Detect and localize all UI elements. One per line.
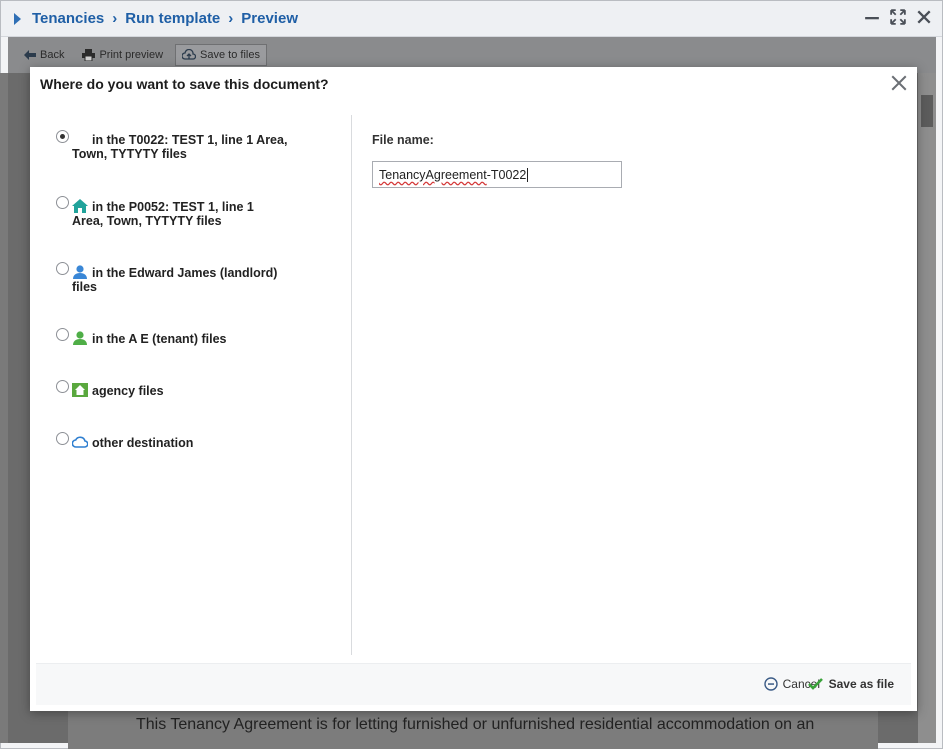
dialog-title: Where do you want to save this document? bbox=[40, 76, 329, 92]
dialog-footer: Cancel Save as file bbox=[36, 663, 911, 705]
radio-property-files[interactable] bbox=[56, 196, 69, 209]
option-label-line1: in the P0052: TEST 1, line 1 bbox=[92, 200, 254, 214]
window-controls bbox=[864, 9, 932, 25]
cloud-upload-icon bbox=[182, 49, 197, 60]
save-as-file-button[interactable]: Save as file bbox=[807, 677, 894, 691]
minimize-icon[interactable] bbox=[864, 9, 880, 25]
option-label: in the Edward James (landlord) files bbox=[72, 265, 310, 294]
option-label-line1: agency files bbox=[92, 384, 164, 398]
option-label: in the T0022: TEST 1, line 1 Area, Town,… bbox=[72, 133, 310, 161]
background-document-text: This Tenancy Agreement is for letting fu… bbox=[136, 716, 815, 733]
back-label: Back bbox=[40, 49, 65, 61]
back-button: Back bbox=[18, 45, 70, 65]
save-to-files-button: Save to files bbox=[175, 44, 267, 66]
radio-tenant-files[interactable] bbox=[56, 328, 69, 341]
tenant-person-icon bbox=[73, 331, 87, 345]
background-left-strip bbox=[0, 73, 8, 743]
option-agency-files[interactable]: agency files bbox=[56, 379, 310, 398]
save-to-files-label: Save to files bbox=[200, 49, 260, 61]
cloud-icon bbox=[72, 436, 88, 448]
option-tenant-files[interactable]: in the A E (tenant) files bbox=[56, 327, 310, 346]
option-label-line2: Town, TYTYTY files bbox=[72, 147, 187, 161]
radio-agency-files[interactable] bbox=[56, 380, 69, 393]
checkmark-icon bbox=[807, 678, 823, 690]
option-landlord-files[interactable]: in the Edward James (landlord) files bbox=[56, 261, 310, 294]
landlord-person-icon bbox=[73, 265, 87, 279]
option-label-line2: files bbox=[72, 280, 98, 294]
option-other-destination[interactable]: other destination bbox=[56, 431, 310, 450]
dialog-close-icon[interactable] bbox=[890, 74, 908, 92]
radio-landlord-files[interactable] bbox=[56, 262, 69, 275]
option-tenancy-files[interactable]: in the T0022: TEST 1, line 1 Area, Town,… bbox=[56, 129, 310, 161]
option-label-line2: Area, Town, TYTYTY files bbox=[72, 214, 222, 228]
breadcrumb-run-template[interactable]: Run template bbox=[125, 10, 220, 27]
save-document-dialog: Where do you want to save this document?… bbox=[30, 67, 917, 711]
breadcrumb-tenancies[interactable]: Tenancies bbox=[32, 10, 104, 27]
destination-options: in the T0022: TEST 1, line 1 Area, Town,… bbox=[30, 115, 352, 655]
printer-icon bbox=[82, 49, 96, 61]
title-bar: Tenancies › Run template › Preview bbox=[1, 1, 942, 37]
breadcrumb-separator-icon: › bbox=[112, 10, 118, 27]
option-label: agency files bbox=[72, 383, 310, 398]
file-name-value-suffix: -T0022 bbox=[486, 167, 527, 182]
save-as-file-label: Save as file bbox=[828, 677, 894, 691]
option-label: in the A E (tenant) files bbox=[72, 331, 310, 346]
background-scrollbar bbox=[918, 73, 936, 743]
option-label: in the P0052: TEST 1, line 1 Area, Town,… bbox=[72, 199, 310, 228]
option-property-files[interactable]: in the P0052: TEST 1, line 1 Area, Town,… bbox=[56, 195, 310, 228]
radio-tenancy-files[interactable] bbox=[56, 130, 69, 143]
fullscreen-icon[interactable] bbox=[890, 9, 906, 25]
background-scroll-thumb bbox=[921, 95, 933, 127]
file-name-section: File name: bbox=[372, 131, 434, 149]
option-label-line1: in the Edward James (landlord) bbox=[92, 266, 278, 280]
file-name-label: File name: bbox=[372, 133, 434, 147]
expand-arrow-icon[interactable] bbox=[14, 12, 21, 25]
property-house-icon bbox=[72, 199, 88, 213]
print-preview-label: Print preview bbox=[99, 49, 164, 61]
close-icon[interactable] bbox=[916, 9, 932, 25]
breadcrumb-preview: Preview bbox=[241, 10, 298, 27]
text-cursor bbox=[527, 167, 529, 182]
cancel-icon bbox=[763, 677, 778, 691]
breadcrumb-separator-icon: › bbox=[228, 10, 234, 27]
back-arrow-icon bbox=[24, 50, 36, 60]
option-label-line1: other destination bbox=[92, 436, 194, 450]
file-name-value-misspelled: TenancyAgreement bbox=[379, 167, 487, 182]
option-label: other destination bbox=[72, 435, 310, 450]
file-name-input[interactable]: TenancyAgreement -T0022 bbox=[372, 161, 622, 188]
option-label-line1: in the T0022: TEST 1, line 1 Area, bbox=[92, 133, 288, 147]
agency-house-icon bbox=[72, 383, 88, 397]
print-preview-button: Print preview bbox=[76, 45, 169, 65]
radio-other-destination[interactable] bbox=[56, 432, 69, 445]
option-label-line1: in the A E (tenant) files bbox=[92, 332, 227, 346]
